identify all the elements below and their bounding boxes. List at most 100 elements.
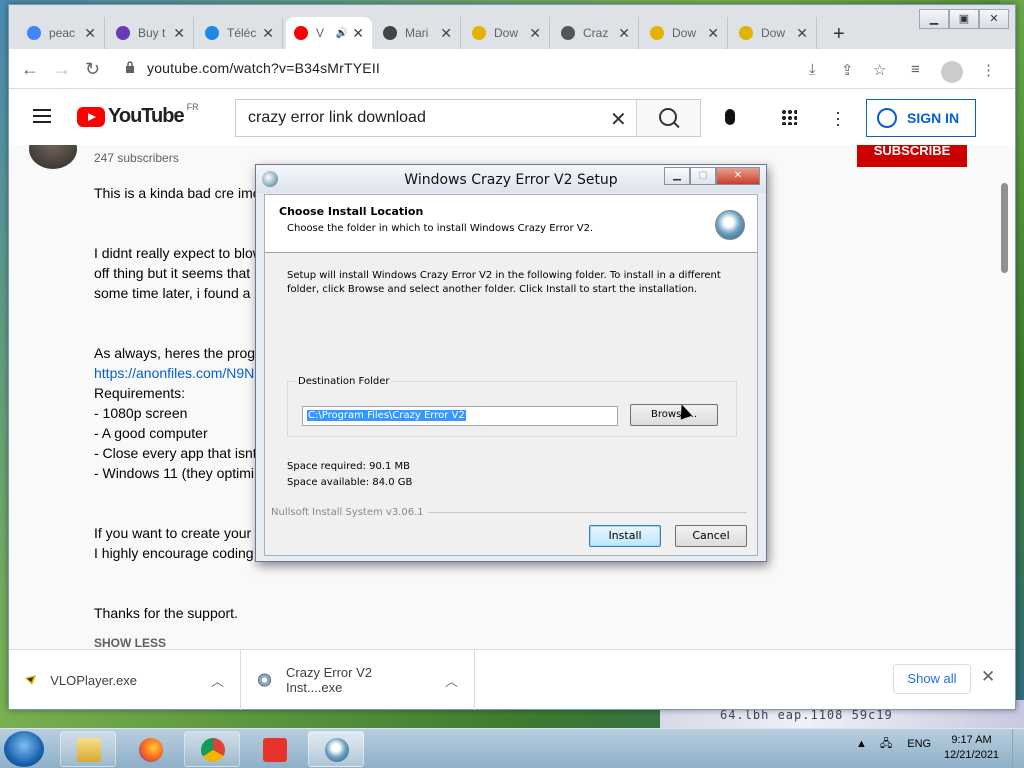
youtube-header: YouTube FR crazy error link download ✕ ·… [9, 89, 1015, 145]
search-box[interactable]: crazy error link download ✕ [235, 99, 701, 137]
download-item[interactable]: VLOPlayer.exe ︿ [9, 650, 241, 710]
search-input[interactable]: crazy error link download [248, 109, 426, 127]
page-scrollbar[interactable] [997, 145, 1011, 649]
taskbar-anydesk[interactable] [246, 731, 302, 767]
destination-path-input[interactable]: C:\Program Files\Crazy Error V2 [302, 406, 618, 426]
downloads-bar: VLOPlayer.exe ︿ Crazy Error V2 Inst....e… [9, 649, 1015, 710]
tab-youtube[interactable]: V 🔊 ✕ [286, 17, 372, 49]
clock-date: 12/21/2021 [944, 749, 1000, 761]
chevron-up-icon[interactable]: ︿ [445, 671, 458, 690]
settings-dots-icon[interactable]: · · · [835, 103, 841, 133]
taskbar-chrome[interactable] [184, 731, 240, 767]
minimize-button[interactable]: ▁ [919, 9, 949, 29]
install-button[interactable]: Install [589, 525, 661, 547]
show-less-button[interactable]: SHOW LESS [94, 636, 166, 649]
close-tab-icon[interactable]: ✕ [529, 25, 541, 42]
taskbar-installer[interactable] [308, 731, 364, 767]
install-app-icon[interactable]: ⤓ [809, 61, 816, 78]
youtube-play-icon [77, 106, 105, 127]
tab-title: V [316, 26, 325, 40]
microphone-icon[interactable] [725, 109, 735, 125]
download-filename: Crazy Error V2 Inst....exe [286, 665, 372, 695]
tab-google[interactable]: peac ✕ [19, 17, 105, 49]
tab-vlo[interactable]: Dow ✕ [731, 17, 817, 49]
installer-icon [325, 738, 349, 762]
close-tab-icon[interactable]: ✕ [796, 25, 808, 42]
close-tab-icon[interactable]: ✕ [440, 25, 452, 42]
clear-search-icon[interactable]: ✕ [610, 107, 627, 132]
close-tab-icon[interactable]: ✕ [262, 25, 274, 42]
sign-in-button[interactable]: SIGN IN [866, 99, 976, 137]
dialog-controls: ▁ ▢ ✕ [664, 167, 760, 185]
close-tab-icon[interactable]: ✕ [173, 25, 185, 42]
audio-playing-icon[interactable]: 🔊 [336, 28, 348, 39]
apps-grid-icon[interactable] [781, 109, 797, 125]
maximize-button[interactable]: ▣ [949, 9, 979, 29]
download-site-icon [205, 26, 219, 40]
scroll-thumb[interactable] [1001, 183, 1008, 273]
clock[interactable]: 9:17 AM 12/21/2021 [944, 733, 999, 763]
dialog-maximize-button[interactable]: ▢ [690, 167, 716, 185]
tab-vlo[interactable]: Dow ✕ [642, 17, 728, 49]
taskbar: ▲ 🖧 ENG 9:17 AM 12/21/2021 [0, 728, 1024, 768]
tab-download-site[interactable]: Téléc ✕ [197, 17, 283, 49]
tab-shield[interactable]: Buy t ✕ [108, 17, 194, 49]
language-indicator[interactable]: ENG [907, 738, 931, 750]
tab-vlo[interactable]: Dow ✕ [464, 17, 550, 49]
taskbar-explorer[interactable] [60, 731, 116, 767]
tab-globe[interactable]: Craz ✕ [553, 17, 639, 49]
close-downloads-icon[interactable]: ✕ [981, 667, 995, 687]
wallpaper-text: 64.lbh eap.1108 59c19 [720, 708, 893, 722]
close-window-button[interactable]: ✕ [979, 9, 1009, 29]
share-icon[interactable]: ⇪ [841, 61, 854, 79]
new-tab-button[interactable]: + [833, 23, 845, 46]
lock-icon [126, 61, 134, 73]
search-icon[interactable] [636, 100, 700, 136]
close-tab-icon[interactable]: ✕ [707, 25, 719, 42]
browser-toolbar: ← → ↻ youtube.com/watch?v=B34sMrTYEII ⤓ … [9, 49, 1015, 89]
close-tab-icon[interactable]: ✕ [352, 25, 364, 42]
branding-line: Nullsoft Install System v3.06.1 [271, 507, 747, 518]
show-all-downloads-button[interactable]: Show all [893, 664, 971, 694]
region-code: FR [186, 101, 199, 112]
tab-site[interactable]: Mari ✕ [375, 17, 461, 49]
close-tab-icon[interactable]: ✕ [618, 25, 630, 42]
media-control-icon[interactable]: ≡ [911, 61, 920, 78]
chevron-up-icon[interactable]: ︿ [211, 671, 224, 690]
youtube-logo[interactable]: YouTube FR [77, 101, 199, 128]
shield-icon [116, 26, 130, 40]
firefox-icon [139, 738, 163, 762]
close-tab-icon[interactable]: ✕ [84, 25, 96, 42]
tray-expand-icon[interactable]: ▲ [856, 738, 867, 750]
download-item[interactable]: Crazy Error V2 Inst....exe ︿ [241, 650, 475, 710]
tab-title: Téléc [227, 26, 257, 40]
folder-icon [77, 738, 101, 762]
taskbar-firefox[interactable] [122, 731, 178, 767]
dialog-titlebar[interactable]: Windows Crazy Error V2 Setup ▁ ▢ ✕ [256, 165, 766, 193]
tab-title: Craz [583, 26, 609, 40]
browse-button[interactable]: Browse... [630, 404, 718, 426]
back-icon[interactable]: ← [21, 59, 39, 80]
dialog-minimize-button[interactable]: ▁ [664, 167, 690, 185]
account-icon [877, 108, 897, 128]
browser-menu-icon[interactable]: ⋮ [981, 61, 996, 79]
show-desktop-button[interactable] [1012, 729, 1024, 768]
cancel-button[interactable]: Cancel [675, 525, 747, 547]
page-heading: Choose Install Location [279, 205, 424, 218]
install-instructions: Setup will install Windows Crazy Error V… [287, 270, 721, 295]
vlo-file-icon [25, 675, 37, 685]
forward-icon[interactable]: → [53, 59, 71, 80]
network-icon[interactable]: 🖧 [880, 738, 892, 750]
sign-in-label: SIGN IN [907, 110, 960, 126]
installer-file-icon [257, 673, 272, 687]
bookmark-star-icon[interactable]: ☆ [873, 61, 886, 79]
start-button[interactable] [4, 731, 44, 767]
menu-hamburger-icon[interactable] [33, 109, 51, 123]
profile-avatar[interactable] [941, 61, 963, 83]
site-icon [383, 26, 397, 40]
vlo-icon [650, 26, 664, 40]
youtube-icon [294, 26, 308, 40]
reload-icon[interactable]: ↻ [85, 59, 100, 80]
dialog-close-button[interactable]: ✕ [716, 167, 760, 185]
tab-title: peac [49, 26, 76, 40]
